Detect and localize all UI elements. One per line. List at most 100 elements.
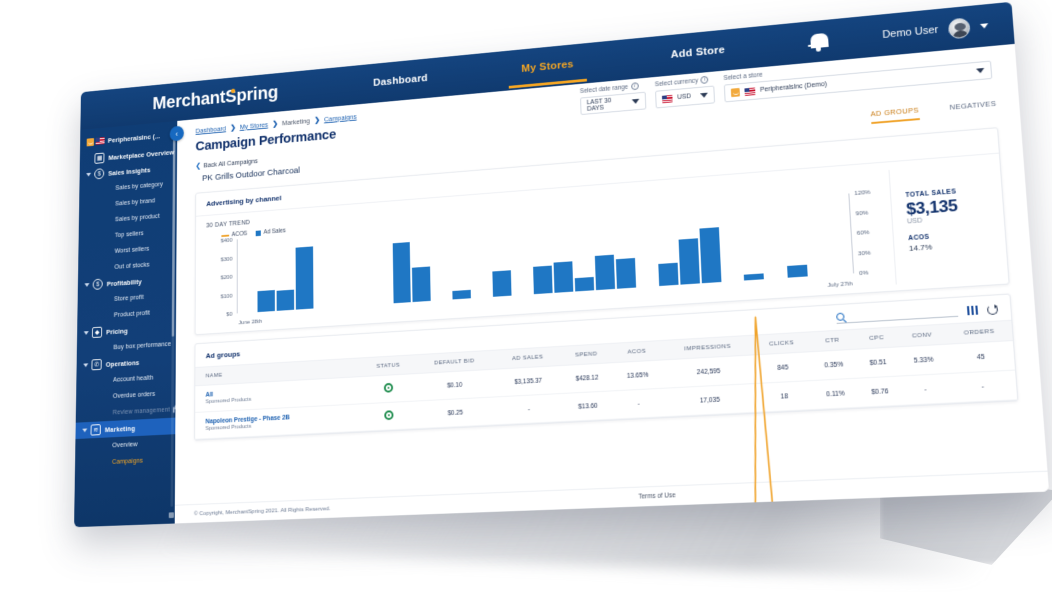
- y-axis-tick: $300: [220, 255, 233, 263]
- sales-insights-icon: $: [94, 168, 105, 180]
- chevron-down-icon: [700, 92, 709, 98]
- currency-value: USD: [677, 93, 692, 101]
- app-body: PeripheralsInc (... ▦ Marketplace Overvi…: [74, 43, 1050, 528]
- chevron-down-icon: [976, 67, 985, 74]
- sidebar-item-label: Store profit: [114, 293, 144, 303]
- chevron-down-icon[interactable]: [979, 22, 989, 29]
- sidebar-item-campaigns[interactable]: Campaigns: [75, 451, 175, 472]
- sidebar-item-label: Marketing: [104, 423, 136, 434]
- us-flag-icon: [744, 87, 756, 96]
- marketing-signal-icon: ≋: [90, 424, 101, 436]
- legend-label: Ad Sales: [263, 227, 286, 236]
- sidebar-item-label: Worst sellers: [114, 245, 150, 255]
- screenshot-stage: MerchantSpring Dashboard My Stores Add S…: [0, 0, 1052, 597]
- legend-label: ACOS: [231, 230, 248, 239]
- sidebar-item-label: Account health: [113, 374, 154, 384]
- sidebar-item-label: Sales by product: [115, 212, 160, 223]
- sidebar-item-label: Buy box performance: [113, 340, 172, 351]
- sidebar-item-label: Top sellers: [114, 230, 144, 239]
- sidebar-store-label: PeripheralsInc (...: [107, 132, 161, 145]
- cell-conv: -: [900, 373, 951, 406]
- sidebar-item-label: Campaigns: [112, 457, 143, 466]
- y2-axis-tick: 0%: [858, 269, 869, 277]
- terms-of-use-link[interactable]: Terms of Use: [638, 492, 675, 500]
- sidebar-item-label: Sales by category: [115, 181, 163, 192]
- marketplace-icon: ▦: [94, 152, 105, 164]
- sidebar-item-label: Profitability: [106, 277, 142, 288]
- chevron-down-icon: [631, 98, 640, 105]
- us-flag-icon: [661, 94, 673, 103]
- kpi-panel: TOTAL SALES $3,135 USD ACOS 14.7%: [888, 162, 996, 285]
- sidebar-item-label: Review management: [112, 406, 170, 416]
- y2-axis-tick: 90%: [855, 208, 869, 217]
- cell-orders: -: [948, 370, 1018, 403]
- nav-item-add-store[interactable]: Add Store: [670, 32, 726, 74]
- chevron-down-icon: [82, 428, 88, 433]
- tab-negatives[interactable]: NEGATIVES: [949, 99, 997, 117]
- currency-filter: Select currency i USD: [655, 75, 716, 109]
- campaign-tabs: AD GROUPS NEGATIVES: [870, 93, 997, 125]
- nav-item-my-stores[interactable]: My Stores: [521, 46, 574, 87]
- chevron-left-icon: ❮: [195, 161, 202, 170]
- store-label-text: Select a store: [723, 71, 763, 82]
- columns-icon[interactable]: [966, 305, 979, 316]
- chevron-down-icon: [84, 283, 90, 287]
- y-axis-tick: $100: [220, 291, 233, 300]
- perspective-wrapper: MerchantSpring Dashboard My Stores Add S…: [0, 0, 1052, 597]
- sidebar-scroll-down-button[interactable]: [168, 512, 174, 519]
- y-axis-tick: $400: [220, 236, 233, 244]
- col-conv[interactable]: CONV: [897, 324, 947, 347]
- store-flags: [86, 137, 105, 147]
- pricing-tag-icon: ◆: [91, 326, 103, 339]
- app-logo[interactable]: MerchantSpring: [152, 82, 278, 114]
- profitability-icon: $: [92, 278, 103, 290]
- cell-cpc: $0.76: [857, 375, 903, 408]
- amazon-icon: [730, 87, 740, 98]
- search-icon: [835, 312, 845, 321]
- chevron-down-icon: [86, 172, 92, 177]
- ad-groups-title: Ad groups: [205, 349, 241, 361]
- sidebar: PeripheralsInc (... ▦ Marketplace Overvi…: [74, 120, 178, 528]
- browser-window: MerchantSpring Dashboard My Stores Add S…: [74, 1, 1050, 528]
- us-flag-icon: [95, 137, 105, 145]
- legend-square-icon: [255, 229, 261, 236]
- nav-item-dashboard[interactable]: Dashboard: [373, 60, 428, 101]
- sidebar-item-label: Sales Insights: [108, 165, 151, 177]
- sidebar-item-label: Pricing: [106, 326, 128, 336]
- info-icon[interactable]: i: [630, 82, 639, 91]
- chevron-down-icon: [83, 363, 89, 368]
- date-range-value: LAST 30 DAYS: [586, 97, 612, 113]
- sidebar-item-label: Overdue orders: [112, 390, 156, 400]
- search-input[interactable]: [847, 306, 958, 320]
- refresh-icon[interactable]: [986, 303, 999, 315]
- app-logo-text: MerchantSpring: [152, 82, 279, 114]
- tab-ad-groups[interactable]: AD GROUPS: [870, 105, 920, 125]
- legend-item-ad-sales[interactable]: Ad Sales: [255, 227, 286, 237]
- sidebar-item-label: Sales by brand: [115, 197, 156, 207]
- sidebar-item-label: Marketplace Overview: [108, 147, 175, 162]
- back-link-label: Back All Campaigns: [203, 156, 258, 170]
- y-axis-left: $0 $100 $200 $300 $400: [208, 236, 237, 328]
- store-value: PeripheralsInc (Demo): [759, 81, 828, 94]
- sidebar-item-label: Overview: [112, 441, 138, 449]
- avatar[interactable]: [947, 16, 971, 39]
- y-axis-tick: $0: [226, 310, 233, 318]
- main-content: ‹ Dashboard ❯ My Stores ❯ Marketing ❯ Ca…: [169, 43, 1050, 524]
- chevron-down-icon: [83, 331, 89, 335]
- sidebar-item-label: Operations: [105, 358, 140, 369]
- info-icon[interactable]: i: [700, 75, 709, 84]
- col-cpc[interactable]: CPC: [854, 326, 899, 350]
- cell-orders: 45: [946, 340, 1016, 374]
- operations-wrench-icon: ✆: [91, 358, 102, 371]
- y-axis-right: 0% 30% 60% 90% 120%: [849, 188, 889, 287]
- sidebar-item-label: Product profit: [113, 309, 150, 319]
- y2-axis-tick: 120%: [854, 188, 871, 197]
- amazon-icon: [86, 138, 95, 147]
- username-label: Demo User: [881, 24, 939, 41]
- y2-axis-tick: 30%: [857, 248, 871, 257]
- y2-axis-tick: 60%: [856, 228, 870, 237]
- cell-cpc: $0.51: [855, 346, 901, 379]
- notification-bell-icon[interactable]: [808, 31, 827, 52]
- y-axis-tick: $200: [220, 273, 233, 281]
- sidebar-item-label: Out of stocks: [114, 261, 150, 271]
